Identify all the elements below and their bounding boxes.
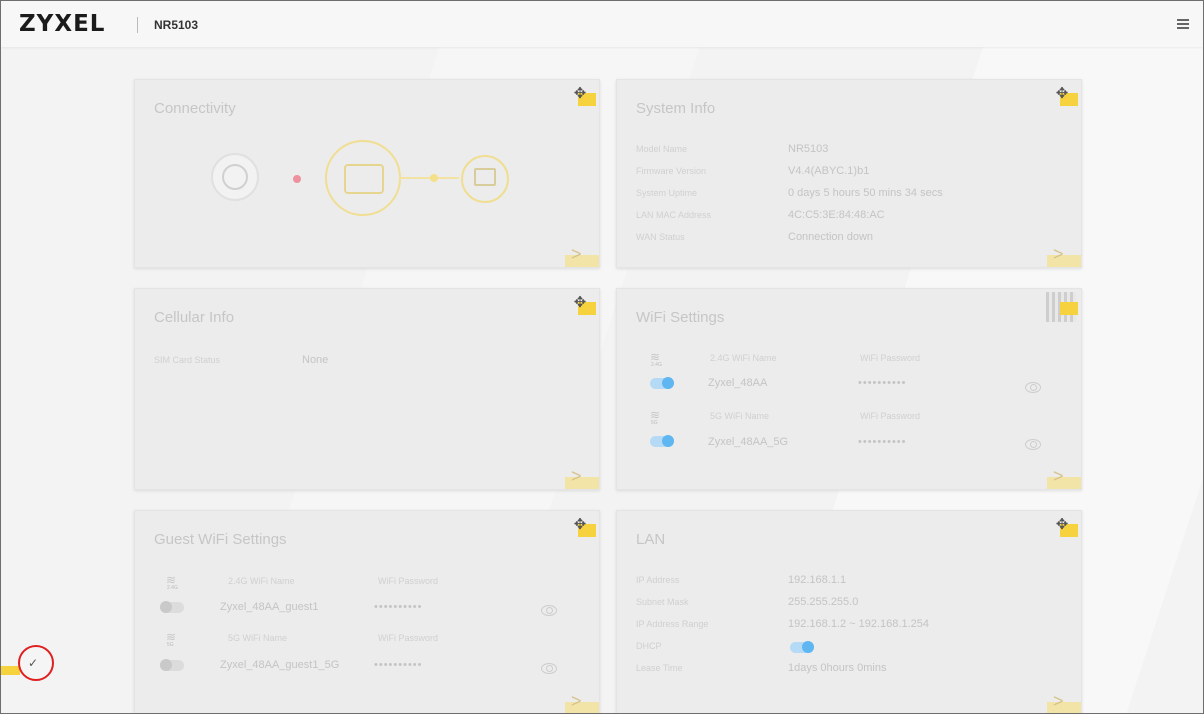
move-arrows-icon[interactable]: ✥: [567, 514, 596, 540]
wifi-2g-toggle[interactable]: [650, 377, 674, 389]
info-value: None: [302, 354, 329, 366]
wifi-password-label: WiFi Password: [378, 633, 439, 643]
system-info-card: System Info ✥ Model Name NR5103 Firmware…: [616, 79, 1082, 268]
wifi-password-label: WiFi Password: [378, 576, 439, 586]
wifi-password-value: ••••••••••: [858, 436, 907, 448]
laptop-icon[interactable]: [461, 155, 509, 203]
app-frame: ZYXEL NR5103 Connectivity ✥ > System Inf…: [0, 0, 1204, 714]
model-name: NR5103: [154, 18, 199, 32]
eye-icon[interactable]: [1025, 382, 1041, 393]
lan-card: LAN ✥ IP Address 192.168.1.1 Subnet Mask…: [616, 510, 1082, 713]
card-title: Cellular Info: [154, 309, 235, 326]
qr-code-icon[interactable]: [1046, 292, 1078, 324]
wifi-name-label: 2.4G WiFi Name: [710, 353, 777, 363]
card-title: WiFi Settings: [636, 309, 725, 326]
hamburger-menu-icon[interactable]: [1177, 19, 1189, 29]
info-label: SIM Card Status: [154, 355, 221, 365]
top-bar: ZYXEL NR5103: [1, 1, 1203, 47]
info-value: 192.168.1.2 ~ 192.168.1.254: [788, 618, 929, 630]
info-label: DHCP: [636, 641, 662, 651]
chevron-right-icon[interactable]: >: [565, 691, 599, 713]
wifi-name-value: Zyxel_48AA_guest1_5G: [220, 659, 340, 671]
wifi-icon: ≋ 2.4G: [650, 350, 662, 368]
card-title: LAN: [636, 531, 666, 548]
info-value: V4.4(ABYC.1)b1: [788, 165, 870, 177]
info-label: LAN MAC Address: [636, 210, 712, 220]
card-title: Connectivity: [154, 100, 236, 117]
band-label: 5G: [167, 642, 174, 648]
status-dot: [430, 174, 438, 182]
wifi-password-label: WiFi Password: [860, 353, 921, 363]
guest-wifi-2g-toggle[interactable]: [160, 601, 184, 613]
status-dot: [293, 175, 301, 183]
brand-logo[interactable]: ZYXEL: [19, 11, 105, 37]
divider: [137, 17, 138, 33]
card-title: System Info: [636, 100, 716, 117]
checkmark-icon[interactable]: ✓: [18, 645, 54, 681]
accent-strip: [1, 666, 20, 675]
band-label: 2.4G: [167, 585, 178, 591]
chevron-right-icon[interactable]: >: [565, 466, 599, 489]
guest-wifi-5g-toggle[interactable]: [160, 659, 184, 671]
move-arrows-icon[interactable]: ✥: [567, 292, 596, 318]
info-label: Subnet Mask: [636, 597, 689, 607]
wifi-password-label: WiFi Password: [860, 411, 921, 421]
connection-line: [399, 177, 459, 179]
cellular-info-card: Cellular Info ✥ SIM Card Status None >: [134, 288, 600, 490]
info-label: WAN Status: [636, 232, 685, 242]
info-value: Connection down: [788, 231, 874, 243]
chevron-right-icon[interactable]: >: [1047, 466, 1081, 489]
info-label: IP Address Range: [636, 619, 709, 629]
wifi-password-value: ••••••••••: [374, 659, 423, 671]
info-value: 0 days 5 hours 50 mins 34 secs: [788, 187, 943, 199]
wifi-settings-card: WiFi Settings ≋ 2.4G 2.4G WiFi Name WiFi …: [616, 288, 1082, 490]
info-value: 255.255.255.0: [788, 596, 859, 608]
band-label: 5G: [651, 420, 658, 426]
move-arrows-icon[interactable]: ✥: [1049, 514, 1078, 540]
move-arrows-icon[interactable]: ✥: [567, 83, 596, 109]
wifi-icon: ≋ 2.4G: [166, 573, 178, 591]
eye-icon[interactable]: [541, 605, 557, 616]
info-label: IP Address: [636, 575, 680, 585]
chevron-right-icon[interactable]: >: [565, 244, 599, 267]
card-title: Guest WiFi Settings: [154, 531, 287, 548]
guest-wifi-card: Guest WiFi Settings ✥ ≋ 2.4G 2.4G WiFi Na…: [134, 510, 600, 713]
band-label: 2.4G: [651, 362, 662, 368]
globe-icon[interactable]: [211, 153, 259, 201]
wifi-password-value: ••••••••••: [374, 601, 423, 613]
wifi-password-value: ••••••••••: [858, 377, 907, 389]
dhcp-toggle[interactable]: [790, 641, 814, 653]
eye-icon[interactable]: [1025, 439, 1041, 450]
eye-icon[interactable]: [541, 663, 557, 674]
wifi-name-label: 2.4G WiFi Name: [228, 576, 295, 586]
info-value: 1days 0hours 0mins: [788, 662, 887, 674]
router-icon[interactable]: [325, 140, 401, 216]
info-label: System Uptime: [636, 188, 698, 198]
wifi-name-label: 5G WiFi Name: [228, 633, 288, 643]
info-label: Lease Time: [636, 663, 683, 673]
move-arrows-icon[interactable]: ✥: [1049, 83, 1078, 109]
info-label: Model Name: [636, 144, 688, 154]
info-value: NR5103: [788, 143, 829, 155]
wifi-name-value: Zyxel_48AA_guest1: [220, 601, 319, 613]
wifi-name-value: Zyxel_48AA_5G: [708, 436, 789, 448]
wifi-icon: ≋ 5G: [650, 408, 661, 426]
connectivity-card: Connectivity ✥ >: [134, 79, 600, 268]
info-value: 4C:C5:3E:84:48:AC: [788, 209, 885, 221]
chevron-right-icon[interactable]: >: [1047, 244, 1081, 267]
wifi-icon: ≋ 5G: [166, 630, 177, 648]
wifi-5g-toggle[interactable]: [650, 435, 674, 447]
info-value: 192.168.1.1: [788, 574, 847, 586]
wifi-name-value: Zyxel_48AA: [708, 377, 768, 389]
chevron-right-icon[interactable]: >: [1047, 691, 1081, 713]
wifi-name-label: 5G WiFi Name: [710, 411, 770, 421]
info-label: Firmware Version: [636, 166, 707, 176]
